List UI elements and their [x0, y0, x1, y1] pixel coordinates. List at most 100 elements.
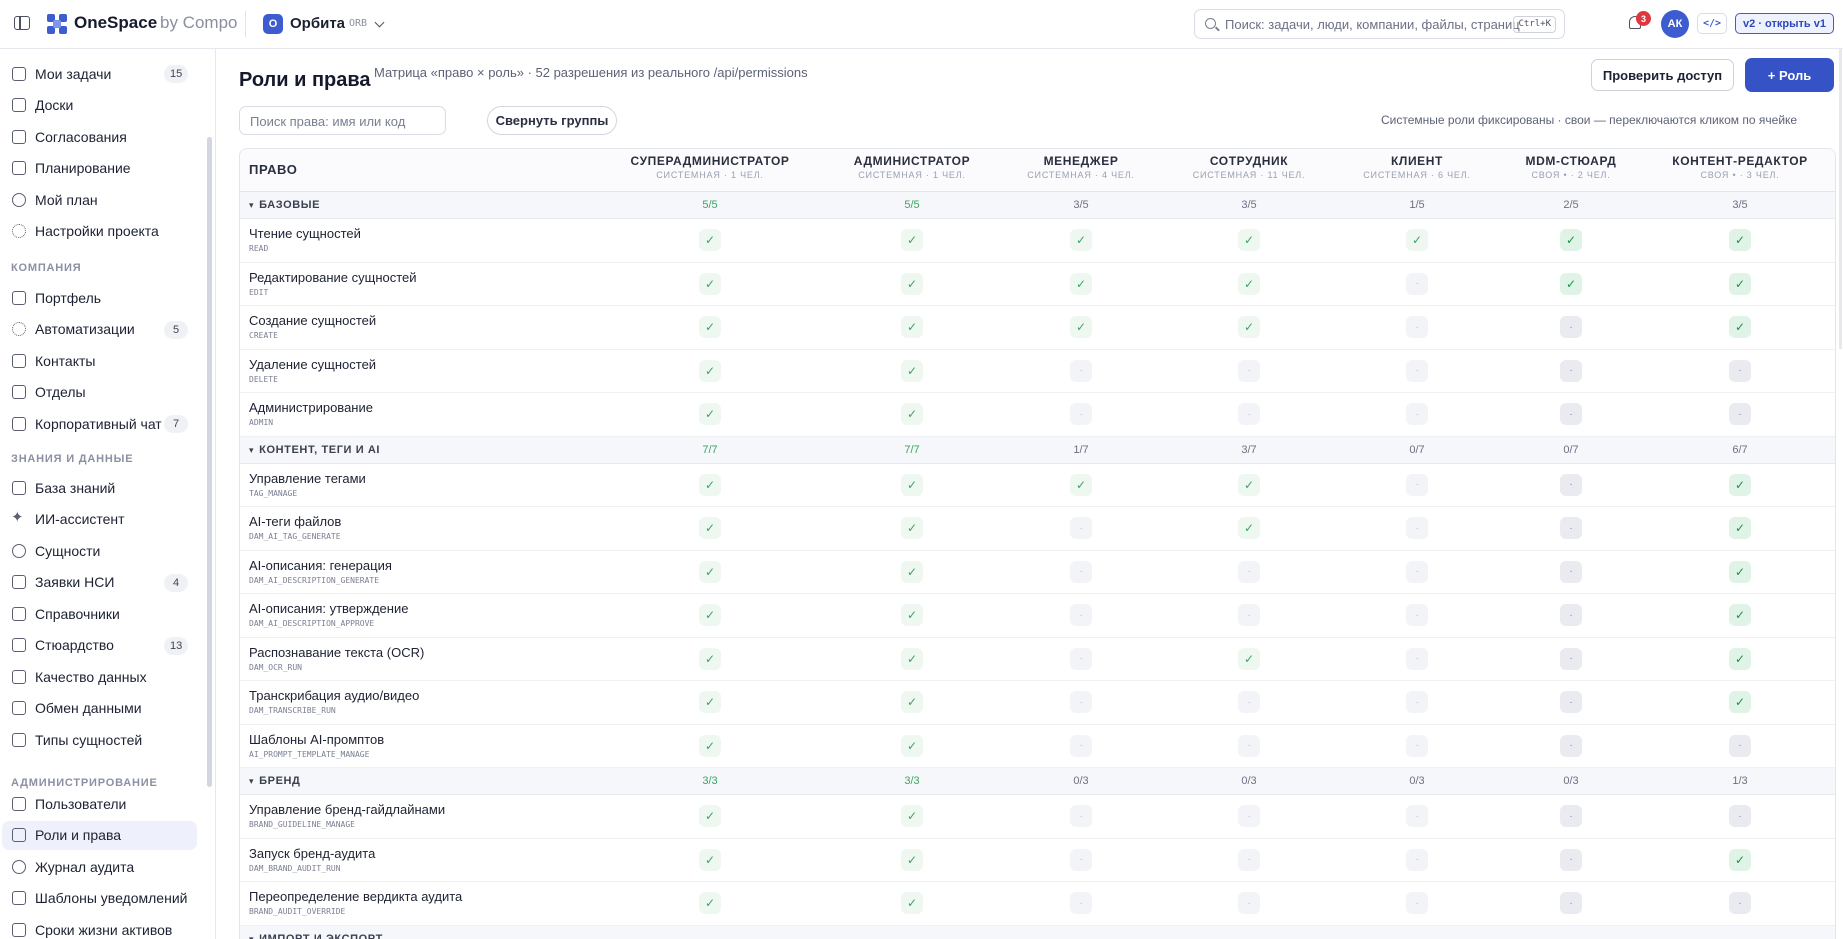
- not-granted-dot-icon[interactable]: ·: [1560, 848, 1582, 871]
- sidebar-item[interactable]: База знаний: [2, 473, 197, 502]
- check-access-button[interactable]: Проверить доступ: [1591, 59, 1734, 91]
- granted-check-icon[interactable]: ✓: [1729, 229, 1751, 251]
- permission-group-name: БАЗОВЫЕ: [249, 199, 320, 211]
- sidebar-item[interactable]: Сущности: [2, 536, 197, 565]
- sidebar-section-admin: АДМИНИСТРИРОВАНИЕ: [11, 777, 158, 789]
- main-scrollbar[interactable]: [1839, 49, 1842, 349]
- not-granted-dot-icon[interactable]: ·: [1560, 359, 1582, 382]
- not-granted-dot-icon: ·: [1406, 604, 1428, 626]
- permission-group-row[interactable]: КОНТЕНТ, ТЕГИ И AI 7/7 7/7 1/7 3/7 0/7 0/7 6/7: [240, 436, 1835, 464]
- sidebar-item[interactable]: Контакты: [2, 346, 197, 375]
- sidebar-item[interactable]: Автоматизации 5: [2, 315, 197, 344]
- permission-search-input[interactable]: Поиск права: имя или код: [239, 106, 446, 135]
- not-granted-dot-icon[interactable]: ·: [1560, 892, 1582, 914]
- chevron-down-icon[interactable]: [374, 17, 385, 28]
- not-granted-dot-icon[interactable]: ·: [1560, 604, 1582, 626]
- role-column-header[interactable]: МЕНЕДЖЕР СИСТЕМНАЯ · 4 ЧЕЛ.: [986, 154, 1176, 180]
- clock-icon: [12, 192, 26, 207]
- permission-code: ADMIN: [249, 418, 274, 427]
- not-granted-dot-icon: ·: [1406, 848, 1428, 871]
- avatar[interactable]: АК: [1661, 10, 1689, 38]
- role-column-header[interactable]: СУПЕРАДМИНИСТРАТОР СИСТЕМНАЯ · 1 ЧЕЛ.: [615, 154, 805, 180]
- granted-check-icon: ✓: [1406, 229, 1428, 251]
- dev-code-button[interactable]: </>: [1697, 13, 1727, 34]
- add-role-button[interactable]: + Роль: [1745, 58, 1834, 92]
- granted-check-icon[interactable]: ✓: [1729, 647, 1751, 670]
- sidebar-item[interactable]: Стюардство 13: [2, 631, 197, 660]
- sidebar-item[interactable]: Роли и права: [2, 820, 197, 850]
- sidebar-item[interactable]: Обмен данными: [2, 694, 197, 723]
- sidebar-item[interactable]: Мой план: [2, 185, 197, 214]
- sidebar-item[interactable]: Пользователи: [2, 789, 197, 818]
- granted-check-icon[interactable]: ✓: [1729, 473, 1751, 496]
- not-granted-dot-icon[interactable]: ·: [1560, 805, 1582, 827]
- not-granted-dot-icon[interactable]: ·: [1560, 473, 1582, 496]
- sidebar-item[interactable]: ИИ-ассистент: [2, 505, 197, 534]
- sidebar-item[interactable]: Согласования: [2, 122, 197, 151]
- not-granted-dot-icon[interactable]: ·: [1560, 691, 1582, 713]
- sidebar-item[interactable]: Мои задачи 15: [2, 59, 197, 88]
- permission-group-row[interactable]: БРЕНД 3/3 3/3 0/3 0/3 0/3 0/3 1/3: [240, 768, 1835, 795]
- role-column-header[interactable]: MDM-СТЮАРД СВОЯ • · 2 ЧЕЛ.: [1476, 154, 1666, 180]
- sidebar-item[interactable]: Портфель: [2, 283, 197, 312]
- permission-label: Удаление сущностей: [249, 356, 377, 372]
- sidebar-item[interactable]: Журнал аудита: [2, 852, 197, 881]
- role-name: МЕНЕДЖЕР: [1043, 154, 1119, 168]
- not-granted-dot-icon[interactable]: ·: [1560, 647, 1582, 670]
- permission-group-row[interactable]: ИМПОРТ И ЭКСПОРТ: [240, 925, 1835, 939]
- granted-check-icon[interactable]: ✓: [1729, 691, 1751, 713]
- granted-check-icon[interactable]: ✓: [1560, 272, 1582, 295]
- workspace-badge[interactable]: О: [263, 14, 283, 34]
- version-switch-button[interactable]: v2 · открыть v1: [1735, 13, 1834, 34]
- sidebar-item[interactable]: Настройки проекта: [2, 217, 197, 246]
- sidebar-item[interactable]: Справочники: [2, 599, 197, 628]
- not-granted-dot-icon[interactable]: ·: [1560, 560, 1582, 583]
- sidebar-scrollbar[interactable]: [207, 137, 212, 787]
- sidebar-item[interactable]: Сроки жизни активов: [2, 915, 197, 939]
- roles-hint: Системные роли фиксированы · свои — пере…: [1381, 113, 1798, 127]
- permission-row: Управление бренд-гайдлайнами BRAND_GUIDEL…: [240, 795, 1835, 839]
- not-granted-dot-icon[interactable]: ·: [1729, 805, 1751, 827]
- not-granted-dot-icon[interactable]: ·: [1729, 892, 1751, 914]
- sidebar-item[interactable]: Заявки НСИ 4: [2, 568, 197, 597]
- sidebar-item[interactable]: Доски: [2, 91, 197, 120]
- granted-check-icon[interactable]: ✓: [1560, 229, 1582, 251]
- sidebar-toggle-icon[interactable]: [14, 16, 30, 30]
- granted-check-icon[interactable]: ✓: [1729, 316, 1751, 338]
- not-granted-dot-icon[interactable]: ·: [1560, 734, 1582, 757]
- not-granted-dot-icon[interactable]: ·: [1560, 403, 1582, 425]
- check-shield-icon: [12, 66, 26, 81]
- not-granted-dot-icon[interactable]: ·: [1729, 403, 1751, 425]
- sidebar-item[interactable]: Типы сущностей: [2, 725, 197, 754]
- workspace-name[interactable]: Орбита: [290, 15, 345, 32]
- not-granted-dot-icon[interactable]: ·: [1729, 734, 1751, 757]
- granted-check-icon[interactable]: ✓: [1729, 560, 1751, 583]
- permission-group-row[interactable]: БАЗОВЫЕ 5/5 5/5 3/5 3/5 1/5 2/5 3/5: [240, 192, 1835, 219]
- sidebar-item[interactable]: Отделы: [2, 378, 197, 407]
- not-granted-dot-icon[interactable]: ·: [1560, 517, 1582, 539]
- role-column-header[interactable]: АДМИНИСТРАТОР СИСТЕМНАЯ · 1 ЧЕЛ.: [817, 154, 1007, 180]
- sidebar-item[interactable]: Качество данных: [2, 662, 197, 691]
- global-search[interactable]: Поиск: задачи, люди, компании, файлы, ст…: [1194, 9, 1565, 39]
- granted-check-icon[interactable]: ✓: [1729, 272, 1751, 295]
- sidebar-item-label: Обмен данными: [35, 700, 142, 716]
- granted-check-icon[interactable]: ✓: [1729, 848, 1751, 871]
- granted-check-icon: ✓: [699, 691, 721, 713]
- group-grant-count: 3/5: [1732, 199, 1748, 211]
- group-grant-count: 0/7: [1563, 443, 1579, 456]
- permission-label: Управление тегами: [249, 470, 366, 486]
- granted-check-icon[interactable]: ✓: [1729, 604, 1751, 626]
- sidebar-item[interactable]: Шаблоны уведомлений: [2, 884, 197, 913]
- not-granted-dot-icon: ·: [1406, 892, 1428, 914]
- granted-check-icon[interactable]: ✓: [1729, 517, 1751, 539]
- collapse-groups-button[interactable]: Свернуть группы: [487, 106, 617, 135]
- sidebar-item[interactable]: Корпоративный чат 7: [2, 409, 197, 438]
- permission-code: DAM_AI_DESCRIPTION_APPROVE: [249, 619, 375, 628]
- role-column-header[interactable]: КОНТЕНТ-РЕДАКТОР СВОЯ • · 3 ЧЕЛ.: [1645, 154, 1835, 180]
- not-granted-dot-icon[interactable]: ·: [1560, 316, 1582, 338]
- group-grant-count: 6/7: [1732, 443, 1748, 456]
- not-granted-dot-icon[interactable]: ·: [1729, 359, 1751, 382]
- sidebar-item[interactable]: Планирование: [2, 154, 197, 183]
- role-column-header[interactable]: СОТРУДНИК СИСТЕМНАЯ · 11 ЧЕЛ.: [1154, 154, 1344, 180]
- granted-check-icon: ✓: [901, 272, 923, 295]
